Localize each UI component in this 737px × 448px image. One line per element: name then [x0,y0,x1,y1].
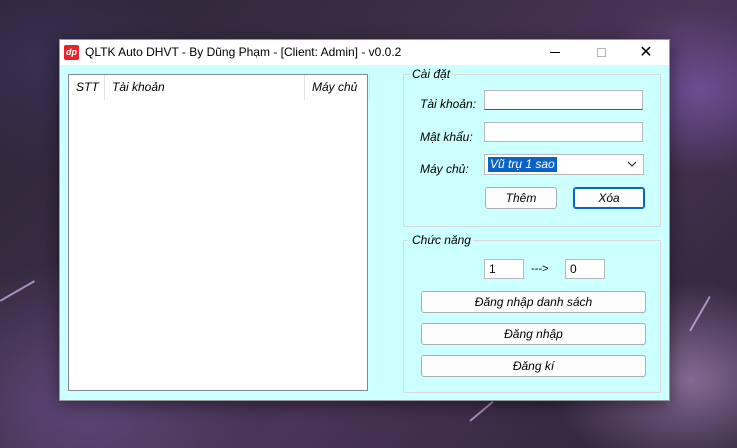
login-button[interactable]: Đăng nhập [421,323,646,345]
minimize-button[interactable] [532,40,578,65]
functions-legend: Chức năng [412,233,471,247]
close-icon: ✕ [639,43,653,61]
delete-button[interactable]: Xóa [573,187,645,209]
server-select[interactable]: Vũ trụ 1 sao [484,154,644,175]
minimize-icon [550,52,560,53]
settings-legend: Cài đặt [412,67,451,81]
window-title: QLTK Auto DHVT - By Dũng Phạm - [Client:… [85,45,402,59]
wallpaper-streak [469,400,494,422]
account-input[interactable] [484,90,643,110]
chevron-down-icon [627,161,637,167]
account-list[interactable]: STT Tài khoản Máy chủ [68,74,370,391]
column-header-server[interactable]: Máy chủ [305,75,370,100]
maximize-button[interactable] [578,40,624,65]
maximize-icon [596,48,606,57]
account-list-header: STT Tài khoản Máy chủ [69,75,370,100]
wallpaper-streak [0,280,36,302]
login-list-button[interactable]: Đăng nhập danh sách [421,291,646,313]
wallpaper-streak [689,295,711,332]
column-header-stt[interactable]: STT [69,75,105,100]
server-label: Máy chủ: [420,162,469,176]
password-label: Mật khẩu: [420,130,473,144]
app-logo-icon: dp [64,45,79,60]
close-button[interactable]: ✕ [623,40,669,65]
column-header-account[interactable]: Tài khoản [105,75,305,100]
server-selected-value: Vũ trụ 1 sao [488,157,557,172]
title-bar[interactable]: dp QLTK Auto DHVT - By Dũng Phạm - [Clie… [60,40,669,65]
account-label: Tài khoản: [420,97,477,111]
add-button[interactable]: Thêm [485,187,557,209]
app-window: dp QLTK Auto DHVT - By Dũng Phạm - [Clie… [59,39,670,401]
register-button[interactable]: Đăng kí [421,355,646,377]
range-to-input[interactable] [565,259,605,279]
range-from-input[interactable] [484,259,524,279]
password-input[interactable] [484,122,643,142]
range-arrow: ---> [531,263,549,275]
